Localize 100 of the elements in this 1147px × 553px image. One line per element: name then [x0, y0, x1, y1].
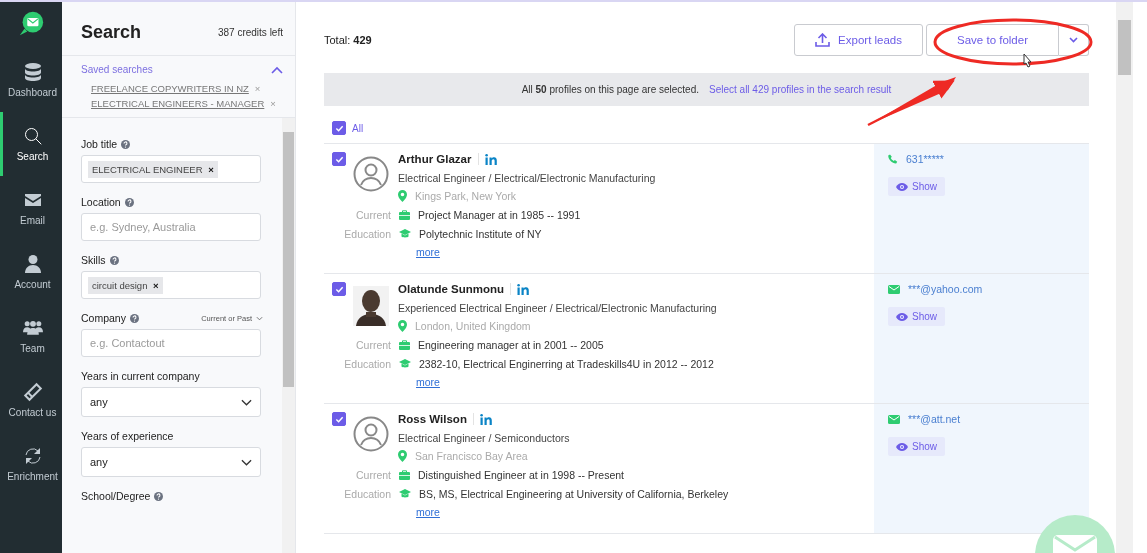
nav-item[interactable]: Contact us	[0, 368, 62, 432]
location-pin-icon	[398, 450, 407, 462]
caret-icon	[241, 458, 252, 466]
credits-count: 387 credits left	[217, 27, 283, 38]
field-label: Years in current company	[81, 370, 200, 382]
eye-icon	[896, 312, 908, 321]
scrollbar[interactable]	[1116, 2, 1133, 553]
avatar-icon	[353, 156, 389, 192]
chevron-icon[interactable]	[271, 65, 283, 74]
checkbox-label[interactable]: All	[352, 122, 364, 134]
checkbox[interactable]	[332, 152, 346, 166]
row-label: Education	[343, 357, 391, 370]
database-icon	[22, 61, 43, 82]
education-entry: 2382-10, Electrical Enginerring at Tradeskills4U in 2012 -- 2012	[419, 357, 714, 370]
show-button[interactable]: Show	[888, 177, 945, 196]
checkbox[interactable]	[332, 121, 346, 135]
current-position: Distinguished Engineer at in 1998 -- Present	[418, 468, 625, 481]
location-text: London, United Kingdom	[415, 320, 531, 332]
scrollbar[interactable]	[282, 118, 295, 553]
briefcase-icon	[399, 469, 410, 480]
person-icon	[22, 253, 43, 274]
eye-icon	[896, 182, 908, 191]
field-label: Skills	[81, 254, 106, 266]
check-icon	[334, 284, 344, 294]
graduation-cap-icon	[399, 228, 411, 239]
select-field[interactable]: any	[81, 387, 261, 417]
panel-title: Search	[81, 22, 142, 43]
export-button[interactable]: Export leads	[794, 24, 924, 56]
contact-value: 631*****	[906, 153, 944, 165]
show-button[interactable]: Show	[888, 307, 945, 326]
check-icon	[334, 414, 344, 424]
field-label: Job title	[81, 138, 118, 150]
row-label: Current	[355, 338, 391, 351]
saved-search-link[interactable]: ELECTRICAL ENGINEERS - MANAGER	[91, 98, 265, 109]
current-position: Project Manager at in 1985 -- 1991	[418, 208, 581, 221]
location-pin-icon	[398, 190, 407, 202]
contact-value: ***@yahoo.com	[908, 283, 983, 295]
row-label: Current	[355, 468, 391, 481]
profile-name[interactable]: Olatunde Sunmonu	[398, 283, 505, 295]
briefcase-icon	[399, 339, 410, 350]
profile-headline: Electrical Engineer / Semiconductors	[398, 432, 570, 444]
caret-icon	[256, 315, 263, 321]
refresh-icon	[22, 445, 43, 466]
location-text: San Francisco Bay Area	[415, 450, 528, 462]
selection-message: All 50 profiles on this page are selected.	[521, 84, 699, 95]
field-label: Location	[81, 196, 121, 208]
checkbox[interactable]	[332, 412, 346, 426]
linkedin-icon[interactable]	[479, 413, 493, 425]
nav-item[interactable]: Email	[0, 176, 62, 240]
input-field[interactable]: e.g. Sydney, Australia	[81, 213, 261, 241]
row-label: Education	[343, 487, 391, 500]
save-button[interactable]: Save to folder	[926, 24, 1059, 56]
check-icon	[334, 154, 344, 164]
select-field[interactable]: any	[81, 447, 261, 477]
graduation-cap-icon	[399, 358, 411, 369]
briefcase-icon	[399, 209, 410, 220]
graduation-cap-icon	[399, 488, 411, 499]
linkedin-icon[interactable]	[517, 283, 531, 295]
envelope-icon	[888, 284, 900, 294]
more-link[interactable]: more	[416, 506, 440, 518]
more-link[interactable]: more	[416, 246, 440, 258]
field-label: Years of experience	[81, 430, 174, 442]
education-entry: Polytechnic Institute of NY	[419, 227, 542, 240]
nav-item[interactable]: Dashboard	[0, 48, 62, 112]
cursor-icon	[1023, 53, 1032, 68]
upload-icon	[815, 33, 831, 47]
select-all-link[interactable]: Select all 429 profiles in the search result	[709, 84, 892, 95]
tag-input-field[interactable]: circuit design ×	[81, 271, 261, 299]
eye-icon	[896, 442, 908, 451]
avatar-icon	[353, 416, 389, 452]
nav-item[interactable]: Account	[0, 240, 62, 304]
caret-icon	[1069, 37, 1078, 43]
check-icon	[334, 123, 344, 133]
logo-icon	[17, 10, 45, 38]
field-label: Company	[81, 312, 126, 324]
total-count: Total: 429	[324, 34, 372, 46]
profile-headline: Electrical Engineer / Electrical/Electronic Manufacturing	[398, 172, 656, 184]
remove-tag-button[interactable]: ×	[208, 163, 214, 175]
saved-search-link[interactable]: FREELANCE COPYWRITERS IN NZ	[91, 83, 249, 94]
input-field[interactable]: e.g. Contactout	[81, 329, 261, 357]
contact-value: ***@att.net	[908, 413, 961, 425]
show-button[interactable]: Show	[888, 437, 945, 456]
linkedin-icon[interactable]	[484, 153, 498, 165]
nav-item[interactable]: Enrichment	[0, 432, 62, 496]
nav-item[interactable]: Team	[0, 304, 62, 368]
field-label: School/Degree	[81, 490, 151, 502]
profile-name[interactable]: Arthur Glazar	[398, 153, 472, 165]
phone-icon	[888, 154, 898, 164]
profile-headline: Experienced Electrical Engineer / Electrical/Electronic Manufacturing	[398, 302, 717, 314]
tag-chip: circuit design ×	[88, 276, 163, 294]
location-text: Kings Park, New York	[415, 190, 516, 202]
envelope-icon	[888, 414, 900, 424]
education-entry: BS, MS, Electrical Engineering at University of California, Berkeley	[419, 487, 729, 500]
search-icon	[22, 125, 43, 146]
profile-name[interactable]: Ross Wilson	[398, 413, 467, 425]
checkbox[interactable]	[332, 282, 346, 296]
remove-tag-button[interactable]: ×	[153, 279, 159, 291]
tag-input-field[interactable]: ELECTRICAL ENGINEER ×	[81, 155, 261, 183]
location-pin-icon	[398, 320, 407, 332]
more-link[interactable]: more	[416, 376, 440, 388]
